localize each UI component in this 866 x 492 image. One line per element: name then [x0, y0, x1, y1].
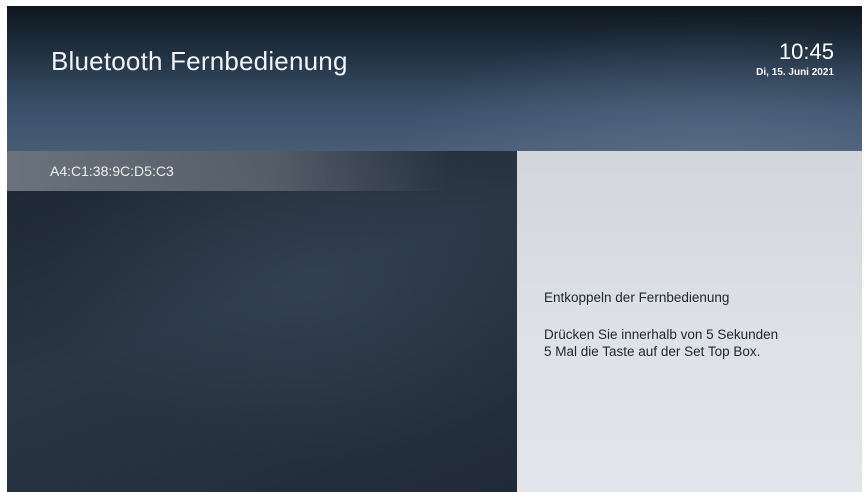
header-bar: Bluetooth Fernbedienung 10:45 Di, 15. Ju… — [7, 6, 862, 151]
tv-screen: Bluetooth Fernbedienung 10:45 Di, 15. Ju… — [7, 6, 862, 492]
page-title: Bluetooth Fernbedienung — [51, 46, 348, 76]
device-list-item-selected[interactable]: A4:C1:38:9C:D5:C3 — [7, 151, 447, 191]
clock-time: 10:45 — [778, 39, 834, 64]
header-glow — [362, 6, 862, 151]
info-title: Entkoppeln der Fernbedienung — [544, 290, 730, 305]
info-panel: Entkoppeln der Fernbedienung Drücken Sie… — [517, 151, 862, 492]
device-mac-address: A4:C1:38:9C:D5:C3 — [50, 163, 174, 179]
clock-date: Di, 15. Juni 2021 — [756, 67, 834, 78]
info-instruction-line-2: 5 Mal die Taste auf der Set Top Box. — [544, 344, 761, 359]
info-instruction-line-1: Drücken Sie innerhalb von 5 Sekunden — [544, 327, 779, 342]
device-list-panel: A4:C1:38:9C:D5:C3 — [7, 151, 517, 492]
